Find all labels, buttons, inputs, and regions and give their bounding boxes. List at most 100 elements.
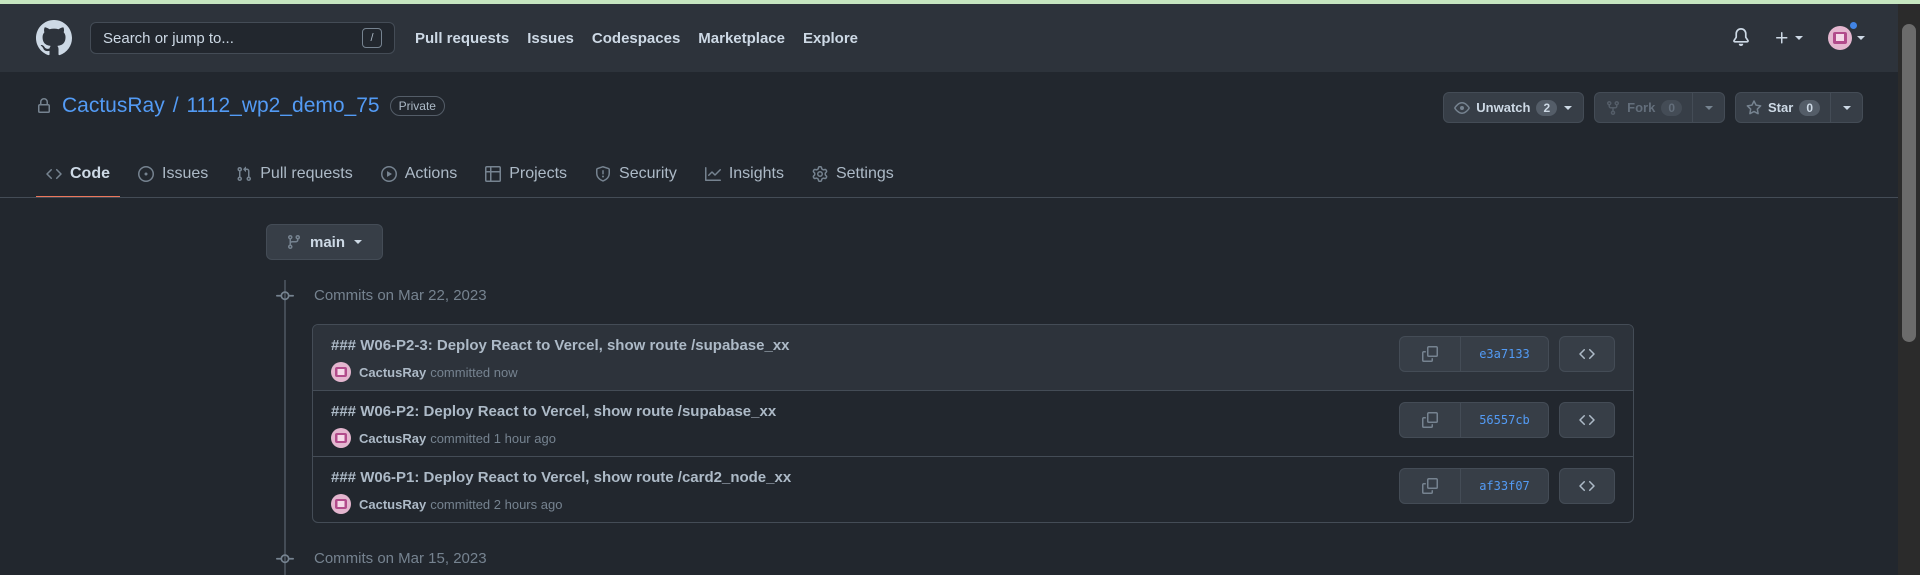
- commit-author-link[interactable]: CactusRay: [359, 365, 426, 380]
- tab-insights[interactable]: Insights: [695, 150, 794, 198]
- tab-code-label: Code: [70, 165, 110, 182]
- repo-actions: Unwatch 2 Fork 0 Star 0: [1443, 92, 1863, 123]
- star-icon: [1746, 99, 1762, 114]
- tab-security-label: Security: [619, 165, 677, 182]
- scrollbar-thumb[interactable]: [1902, 24, 1916, 342]
- caret-down-icon: [1795, 36, 1803, 40]
- commit-sha-link[interactable]: af33f07: [1461, 469, 1548, 503]
- star-count: 0: [1799, 99, 1820, 116]
- tab-actions[interactable]: Actions: [371, 150, 467, 198]
- fork-label: Fork: [1627, 100, 1656, 115]
- commit-message-link[interactable]: ### W06-P2: Deploy React to Vercel, show…: [331, 403, 776, 420]
- copy-sha-button[interactable]: [1400, 337, 1461, 371]
- tab-security[interactable]: Security: [585, 150, 687, 198]
- tab-issues[interactable]: Issues: [128, 150, 218, 198]
- tab-insights-label: Insights: [728, 165, 784, 182]
- git-branch-icon: [287, 235, 300, 250]
- browse-repo-button[interactable]: [1559, 468, 1615, 504]
- star-button[interactable]: Star 0: [1736, 93, 1830, 122]
- commit-meta: CactusRay committed 2 hours ago: [331, 494, 562, 514]
- commit-time: committed now: [430, 364, 518, 380]
- commit-author-link[interactable]: CactusRay: [359, 497, 426, 512]
- eye-icon: [1454, 101, 1471, 114]
- create-new-menu[interactable]: [1774, 30, 1804, 46]
- author-avatar[interactable]: [331, 362, 351, 382]
- commit-time: committed 2 hours ago: [430, 496, 563, 512]
- global-nav: Pull requests Issues Codespaces Marketpl…: [415, 30, 876, 47]
- shield-icon: [596, 166, 611, 182]
- play-icon: [380, 166, 397, 182]
- copy-icon: [1422, 478, 1438, 494]
- repo-title: CactusRay / 1112_wp2_demo_75 Private: [36, 94, 445, 118]
- branch-name: main: [309, 233, 345, 251]
- star-button-group: Star 0: [1735, 92, 1863, 123]
- nav-explore[interactable]: Explore: [803, 30, 858, 47]
- star-dropdown-button[interactable]: [1830, 93, 1862, 122]
- plus-icon: [1776, 32, 1788, 44]
- page-scrollbar[interactable]: [1898, 4, 1920, 575]
- tab-settings-label: Settings: [835, 165, 894, 182]
- star-label: Star: [1768, 100, 1794, 115]
- git-commit-icon: [276, 554, 294, 564]
- nav-divider: [0, 197, 1898, 198]
- author-avatar[interactable]: [331, 494, 351, 514]
- nav-marketplace[interactable]: Marketplace: [698, 30, 785, 47]
- commit-message-link[interactable]: ### W06-P2-3: Deploy React to Vercel, sh…: [331, 337, 790, 354]
- copy-sha-button[interactable]: [1400, 403, 1461, 437]
- copy-icon: [1422, 412, 1438, 428]
- nav-pull-requests[interactable]: Pull requests: [415, 30, 509, 47]
- commit-meta: CactusRay committed 1 hour ago: [331, 428, 556, 448]
- code-icon: [1579, 480, 1595, 492]
- nav-codespaces[interactable]: Codespaces: [592, 30, 680, 47]
- caret-down-icon: [1564, 105, 1573, 110]
- caret-down-icon: [354, 240, 362, 244]
- search-shortcut-key: /: [362, 28, 382, 48]
- commit-author-link[interactable]: CactusRay: [359, 431, 426, 446]
- table-icon: [485, 166, 502, 182]
- nav-issues[interactable]: Issues: [527, 30, 574, 47]
- commit-sha-link[interactable]: e3a7133: [1461, 337, 1548, 371]
- commit-row: ### W06-P2: Deploy React to Vercel, show…: [313, 391, 1633, 457]
- lock-icon: [38, 98, 50, 113]
- commit-group-header: Commits on Mar 15, 2023: [276, 550, 487, 567]
- watch-button-group: Unwatch 2: [1443, 92, 1585, 123]
- search-input[interactable]: Search or jump to... /: [90, 22, 395, 54]
- unwatch-button[interactable]: Unwatch 2: [1444, 93, 1583, 122]
- sha-button-group: af33f07: [1399, 468, 1549, 504]
- copy-icon: [1422, 346, 1438, 362]
- bell-icon[interactable]: [1732, 27, 1750, 49]
- browse-repo-button[interactable]: [1559, 402, 1615, 438]
- branch-selector[interactable]: main: [266, 224, 383, 260]
- commit-meta: CactusRay committed now: [331, 362, 518, 382]
- commit-date-label: Commits on Mar 15, 2023: [314, 550, 487, 567]
- gear-icon: [812, 166, 828, 182]
- watch-count: 2: [1536, 99, 1558, 116]
- tab-projects[interactable]: Projects: [475, 150, 577, 198]
- author-avatar[interactable]: [331, 428, 351, 448]
- browse-repo-button[interactable]: [1559, 336, 1615, 372]
- graph-icon: [704, 167, 721, 181]
- commit-message-link[interactable]: ### W06-P1: Deploy React to Vercel, show…: [331, 469, 791, 486]
- tab-issues-label: Issues: [162, 165, 209, 182]
- commit-time: committed 1 hour ago: [430, 430, 556, 446]
- user-menu[interactable]: [1828, 20, 1866, 50]
- repo-owner-link[interactable]: CactusRay: [62, 94, 165, 118]
- code-icon: [1579, 414, 1595, 426]
- copy-sha-button[interactable]: [1400, 469, 1461, 503]
- fork-button[interactable]: Fork 0: [1595, 93, 1692, 122]
- header-actions: [1732, 4, 1866, 72]
- fork-dropdown-button[interactable]: [1692, 93, 1724, 122]
- fork-icon: [1607, 100, 1620, 115]
- commit-group-header: Commits on Mar 22, 2023: [276, 287, 487, 304]
- tab-pull-requests[interactable]: Pull requests: [226, 150, 363, 198]
- tab-code[interactable]: Code: [36, 150, 120, 198]
- commit-list: ### W06-P2-3: Deploy React to Vercel, sh…: [312, 324, 1634, 523]
- commit-sha-link[interactable]: 56557cb: [1461, 403, 1548, 437]
- tab-settings[interactable]: Settings: [802, 150, 904, 198]
- git-commit-icon: [276, 291, 294, 301]
- github-logo-icon[interactable]: [36, 20, 72, 56]
- tab-projects-label: Projects: [509, 165, 568, 182]
- timeline-line: [284, 280, 286, 575]
- repo-name-link[interactable]: 1112_wp2_demo_75: [187, 94, 380, 118]
- search-placeholder: Search or jump to...: [103, 29, 234, 47]
